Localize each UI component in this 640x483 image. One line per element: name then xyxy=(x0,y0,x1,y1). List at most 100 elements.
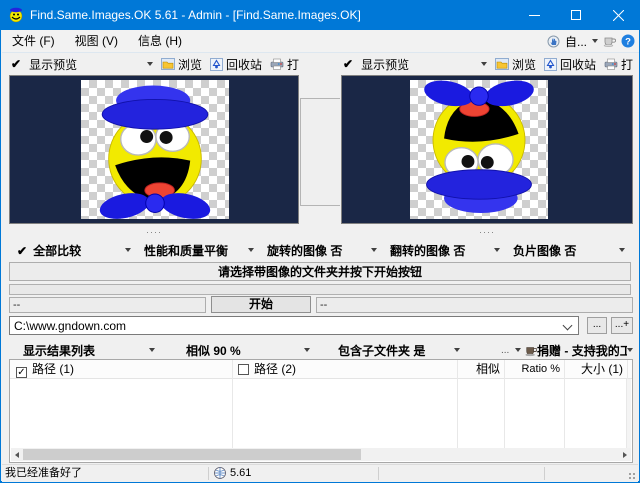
scroll-right-icon xyxy=(623,451,627,458)
column-header-ratio[interactable]: Ratio % xyxy=(510,360,560,379)
left-preview-check-icon[interactable]: ✔ xyxy=(11,57,21,71)
left-browse-folder-icon[interactable] xyxy=(161,58,175,70)
app-window: Find.Same.Images.OK 5.61 - Admin - [Find… xyxy=(0,0,640,483)
quality-arrow-icon[interactable] xyxy=(248,248,254,252)
browse-folder-button[interactable]: ... xyxy=(587,317,607,334)
setting-negative[interactable]: 负片图像 否 xyxy=(513,243,625,258)
minimize-icon xyxy=(528,14,540,16)
donate-cup-icon[interactable] xyxy=(603,35,616,47)
right-browse-folder-icon[interactable] xyxy=(495,58,509,70)
add-folder-button[interactable]: ...+ xyxy=(611,317,633,334)
menu-view[interactable]: 视图 (V) xyxy=(65,30,128,52)
right-recycle-bin-icon[interactable] xyxy=(544,57,557,71)
left-pane-toolbar: ✔ 显示预览 浏览 回收站 打 xyxy=(11,54,299,74)
path2-checkbox[interactable] xyxy=(238,364,249,375)
pane-splitter[interactable] xyxy=(300,98,340,206)
column-header-size[interactable]: 大小 (1) xyxy=(570,360,623,379)
right-preview-pane[interactable] xyxy=(341,75,633,224)
negative-arrow-icon[interactable] xyxy=(619,248,625,252)
column-divider-3 xyxy=(504,360,505,448)
right-preview-check-icon[interactable]: ✔ xyxy=(343,57,353,71)
right-recycle-label[interactable]: 回收站 xyxy=(560,56,596,73)
smiley-image-left xyxy=(96,84,214,219)
menu-file[interactable]: 文件 (F) xyxy=(2,30,65,52)
right-preview-arrow-icon[interactable] xyxy=(480,62,487,66)
flipped-label: 翻转的图像 否 xyxy=(390,243,466,258)
horizontal-scrollbar[interactable] xyxy=(11,448,631,461)
path1-checkbox[interactable]: ✓ xyxy=(16,367,27,378)
column-header-path1[interactable]: ✓ 路径 (1) xyxy=(16,360,74,379)
column-header-path2[interactable]: 路径 (2) xyxy=(238,360,296,379)
compare-all-arrow-icon[interactable] xyxy=(125,248,131,252)
left-preview-image xyxy=(81,80,229,219)
donate-button[interactable]: 捐赠 - 支持我的工... xyxy=(525,343,633,358)
results-table[interactable]: ✓ 路径 (1) 路径 (2) 相似 Ratio % 大小 (1) xyxy=(9,359,633,463)
flipped-arrow-icon[interactable] xyxy=(494,248,500,252)
option-subfolders[interactable]: 包含子文件夹 是 xyxy=(338,343,460,358)
scroll-left-button[interactable] xyxy=(11,448,23,461)
start-button[interactable]: 开始 xyxy=(211,296,311,313)
right-splitter-dots[interactable]: ···· xyxy=(341,227,633,237)
folder-path-input[interactable] xyxy=(10,318,564,333)
titlebar[interactable]: Find.Same.Images.OK 5.61 - Admin - [Find… xyxy=(1,0,639,30)
menu-info[interactable]: 信息 (H) xyxy=(128,30,192,52)
right-pane-toolbar: ✔ 显示预览 浏览 回收站 打 xyxy=(343,54,633,74)
scrollbar-thumb[interactable] xyxy=(23,449,361,460)
folder-path-combobox[interactable] xyxy=(9,316,579,335)
scroll-left-icon xyxy=(15,451,19,458)
right-print-label[interactable]: 打 xyxy=(621,56,633,73)
left-recycle-bin-icon[interactable] xyxy=(210,57,223,71)
result-list-label: 显示结果列表 xyxy=(23,343,96,358)
resize-grip[interactable] xyxy=(627,471,636,480)
left-preview-arrow-icon[interactable] xyxy=(146,62,153,66)
path2-label: 路径 (2) xyxy=(254,362,297,376)
combobox-chevron-icon[interactable] xyxy=(562,320,573,331)
left-preview-pane[interactable] xyxy=(9,75,299,224)
column-divider-1 xyxy=(232,360,233,448)
setting-compare-all[interactable]: ✔ 全部比较 xyxy=(17,243,131,258)
similarity-label: 相似 90 % xyxy=(186,343,241,358)
maximize-button[interactable] xyxy=(555,0,597,30)
auto-menu-arrow-icon[interactable] xyxy=(592,39,598,43)
status-version: 5.61 xyxy=(230,467,252,479)
right-browse-label[interactable]: 浏览 xyxy=(512,56,536,73)
donate-arrow-icon[interactable] xyxy=(627,348,633,352)
quality-label: 性能和质量平衡 xyxy=(144,243,229,258)
setting-quality[interactable]: 性能和质量平衡 xyxy=(144,243,254,258)
close-button[interactable] xyxy=(597,0,639,30)
subfolders-arrow-icon[interactable] xyxy=(454,348,460,352)
help-icon[interactable]: ? xyxy=(621,34,635,48)
left-browse-label[interactable]: 浏览 xyxy=(178,56,202,73)
right-status-field[interactable]: -- xyxy=(316,297,633,313)
option-result-list[interactable]: 显示结果列表 xyxy=(23,343,155,358)
left-print-icon[interactable] xyxy=(270,58,284,70)
result-list-arrow-icon[interactable] xyxy=(149,348,155,352)
close-icon xyxy=(612,9,624,21)
compare-all-label: 全部比较 xyxy=(33,243,82,258)
scroll-right-button[interactable] xyxy=(619,448,631,461)
hand-pointer-icon[interactable] xyxy=(547,35,560,48)
rotated-label: 旋转的图像 否 xyxy=(267,243,343,258)
left-recycle-label[interactable]: 回收站 xyxy=(226,56,262,73)
option-similarity[interactable]: 相似 90 % xyxy=(186,343,310,358)
setting-flipped[interactable]: 翻转的图像 否 xyxy=(390,243,500,258)
right-preview-label[interactable]: 显示预览 xyxy=(361,56,409,73)
left-print-label[interactable]: 打 xyxy=(287,56,299,73)
setting-rotated[interactable]: 旋转的图像 否 xyxy=(267,243,377,258)
rotated-arrow-icon[interactable] xyxy=(371,248,377,252)
left-preview-label[interactable]: 显示预览 xyxy=(29,56,77,73)
similarity-arrow-icon[interactable] xyxy=(304,348,310,352)
subfolders-label: 包含子文件夹 是 xyxy=(338,343,426,358)
minimize-button[interactable] xyxy=(513,0,555,30)
left-splitter-dots[interactable]: ···· xyxy=(9,227,299,237)
toolbar-overflow[interactable]: ... xyxy=(501,343,521,357)
left-status-field[interactable]: -- xyxy=(9,297,206,313)
overflow-arrow-icon[interactable] xyxy=(515,348,521,352)
smiley-image-right-rotated xyxy=(421,80,537,214)
status-divider-3 xyxy=(544,467,545,480)
auto-menu-label[interactable]: 自... xyxy=(565,33,587,50)
svg-text:?: ? xyxy=(625,36,631,47)
status-message: 我已经准备好了 xyxy=(5,467,82,479)
right-print-icon[interactable] xyxy=(604,58,618,70)
vertical-scrollbar-area[interactable] xyxy=(626,379,631,448)
